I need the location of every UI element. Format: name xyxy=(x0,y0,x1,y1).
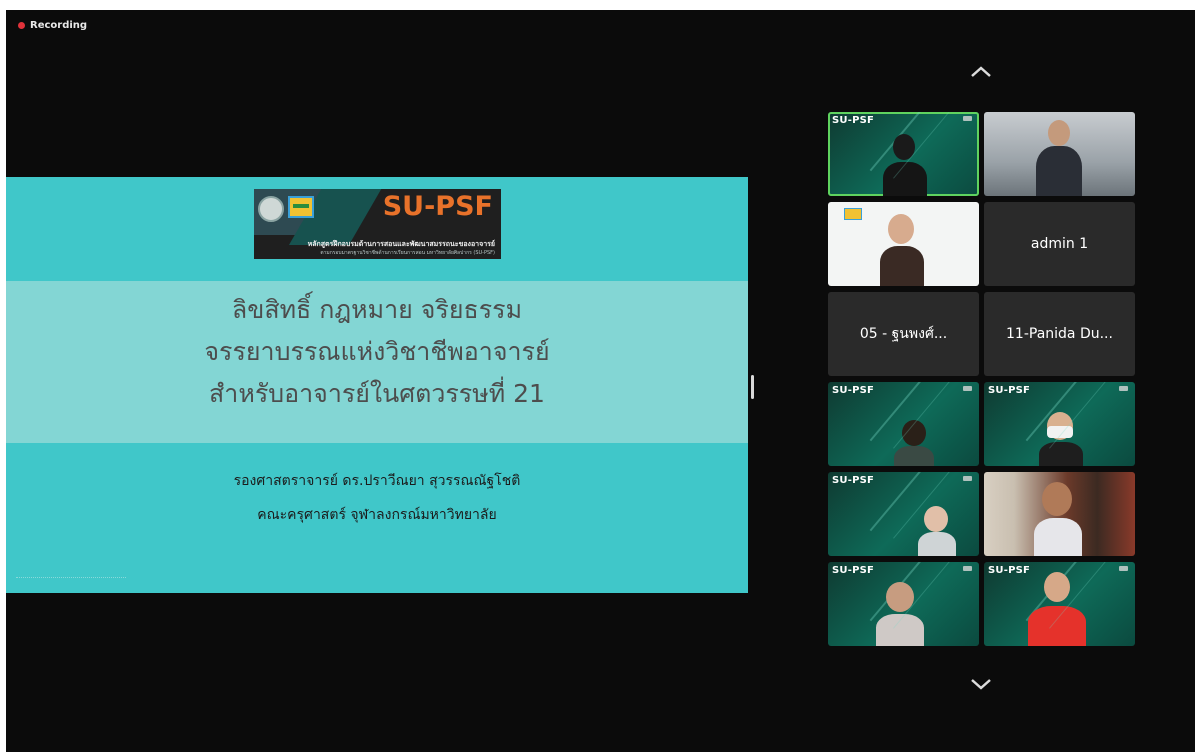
tile-tag: SU-PSF xyxy=(988,385,1031,396)
video-tile-8[interactable]: SU-PSF xyxy=(984,382,1135,466)
tile-tag: SU-PSF xyxy=(988,565,1031,576)
participant-name: admin 1 xyxy=(1030,236,1089,252)
su-psf-logo: SU-PSF หลักสูตรฝึกอบรมด้านการสอนและพัฒนา… xyxy=(254,189,501,259)
mic-icon xyxy=(963,386,972,391)
mic-icon xyxy=(963,116,972,121)
video-tile-2[interactable] xyxy=(984,112,1135,196)
author-affiliation: คณะครุศาสตร์ จุฬาลงกรณ์มหาวิทยาลัย xyxy=(257,507,497,523)
shared-screen-slide: SU-PSF หลักสูตรฝึกอบรมด้านการสอนและพัฒนา… xyxy=(6,177,748,593)
video-tile-11[interactable]: SU-PSF xyxy=(828,562,979,646)
video-tile-6[interactable]: 11-Panida Du... xyxy=(984,292,1135,376)
mic-icon xyxy=(1119,566,1128,571)
chevron-up-icon[interactable] xyxy=(969,64,993,80)
chevron-down-icon[interactable] xyxy=(969,676,993,692)
university-seal-icon xyxy=(258,196,284,222)
mic-icon xyxy=(963,476,972,481)
slide-title-line-2: จรรยาบรรณแห่งวิชาชีพอาจารย์ xyxy=(204,337,550,366)
video-tile-12[interactable]: SU-PSF xyxy=(984,562,1135,646)
slide-author: รองศาสตราจารย์ ดร.ปราวีณยา สุวรรณณัฐโชติ… xyxy=(6,464,748,532)
slide-title-line-3: สำหรับอาจารย์ในศตวรรษที่ 21 xyxy=(209,379,545,408)
author-name: รองศาสตราจารย์ ดร.ปราวีณยา สุวรรณณัฐโชติ xyxy=(233,473,521,489)
recording-indicator[interactable]: Recording xyxy=(18,20,87,31)
video-tile-3[interactable] xyxy=(828,202,979,286)
video-tile-10[interactable] xyxy=(984,472,1135,556)
logo-subtitle-small: ตามกรอบมาตรฐานวิชาชีพด้านการเรียนการสอน … xyxy=(320,250,495,256)
mic-icon xyxy=(963,566,972,571)
slide-title-line-1: ลิขสิทธิ์ กฎหมาย จริยธรรม xyxy=(231,295,523,324)
video-tile-1[interactable]: SU-PSF xyxy=(828,112,979,196)
tile-tag: SU-PSF xyxy=(832,565,875,576)
video-tile-4[interactable]: admin 1 xyxy=(984,202,1135,286)
logo-title: SU-PSF xyxy=(382,191,493,222)
record-dot-icon xyxy=(18,22,25,29)
mic-icon xyxy=(1119,386,1128,391)
tile-tag: SU-PSF xyxy=(832,475,875,486)
recording-label: Recording xyxy=(30,20,88,31)
slide-title: ลิขสิทธิ์ กฎหมาย จริยธรรม จรรยาบรรณแห่งว… xyxy=(6,289,748,415)
participant-name: 11-Panida Du... xyxy=(1006,326,1113,342)
video-tile-5[interactable]: 05 - ฐนพงศ์... xyxy=(828,292,979,376)
meeting-window: Recording SU-PSF หลักสูตรฝึกอบรมด้านการส… xyxy=(6,10,1195,752)
face-mask-icon xyxy=(1047,426,1073,438)
book-logo-icon xyxy=(288,196,314,218)
video-tile-7[interactable]: SU-PSF xyxy=(828,382,979,466)
participant-name: 05 - ฐนพงศ์... xyxy=(859,326,948,342)
tile-tag: SU-PSF xyxy=(832,385,875,396)
video-tile-9[interactable]: SU-PSF xyxy=(828,472,979,556)
tile-tag: SU-PSF xyxy=(832,115,875,126)
resize-handle[interactable] xyxy=(751,375,754,399)
logo-icon xyxy=(844,208,862,220)
